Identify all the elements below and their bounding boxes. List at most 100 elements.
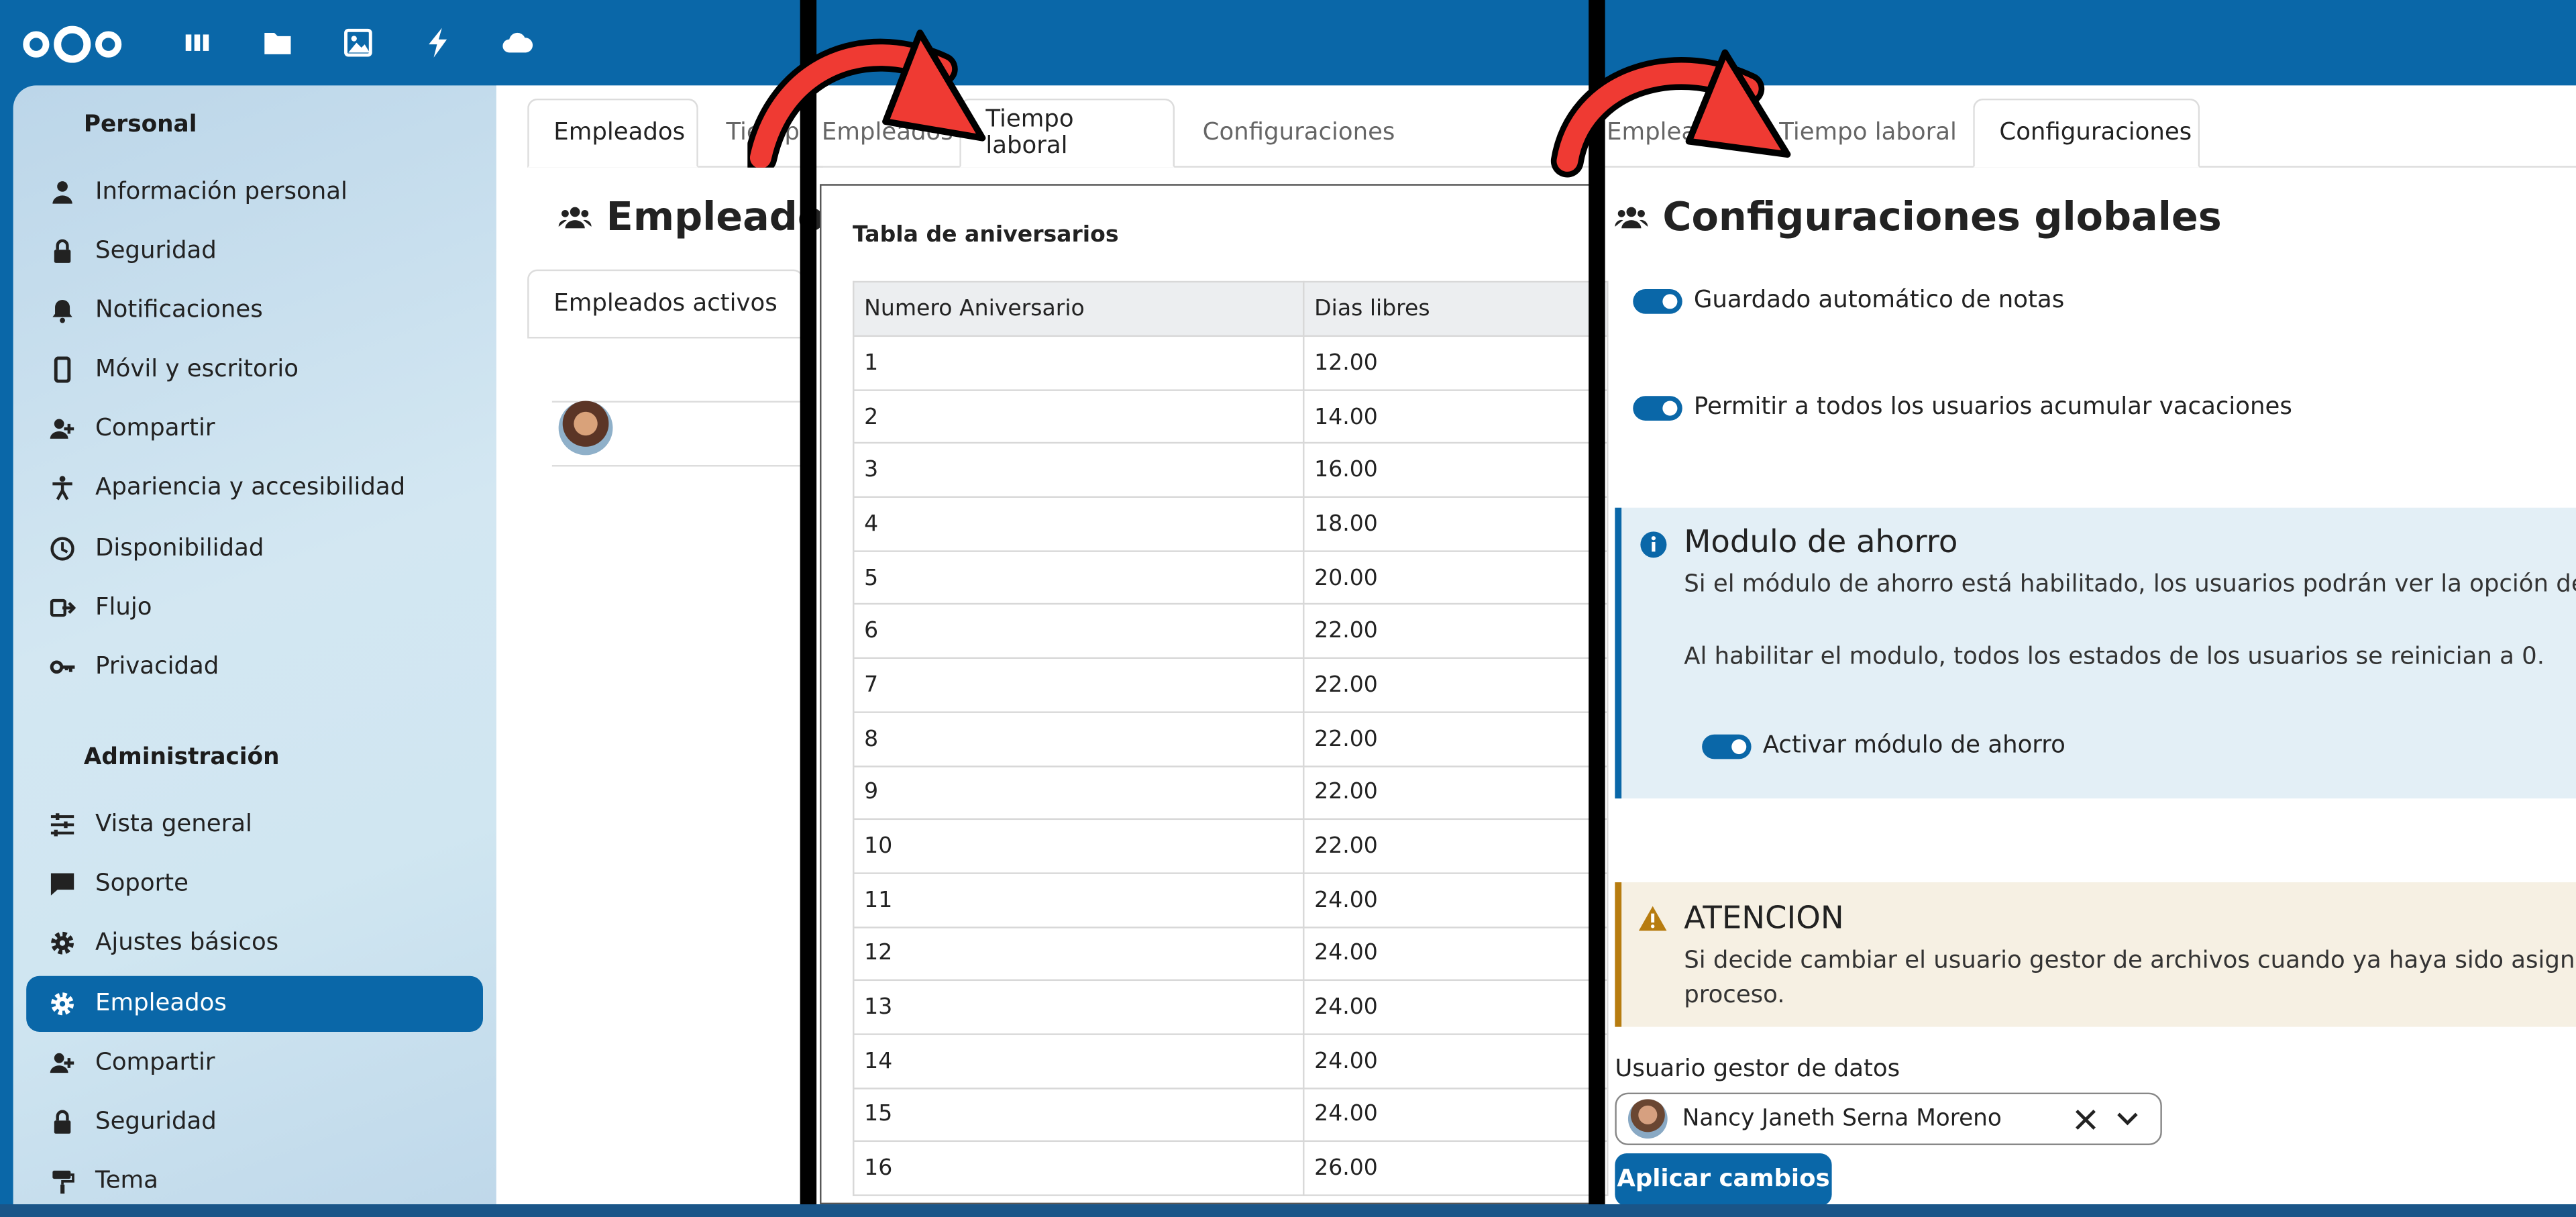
table-row: 11 24.00 <box>853 872 1609 928</box>
red-arrow-icon <box>747 30 986 168</box>
tab-configuraciones[interactable]: Configuraciones <box>1178 99 1419 168</box>
vacation-toggle-row[interactable]: Permitir a todos los usuarios acumular v… <box>1633 394 2292 421</box>
share-icon <box>50 1053 74 1073</box>
data-manager-label: Usuario gestor de datos <box>1615 1056 1900 1083</box>
warning-box: ATENCION Si decide cambiar el usuario ge… <box>1615 882 2576 1027</box>
screenshot-root: Personal Información personal Seguridad … <box>0 0 2576 1217</box>
flow-icon <box>50 598 76 617</box>
clock-icon <box>50 537 74 561</box>
anniversary-number-cell: 4 <box>853 496 1305 552</box>
vacation-label: Permitir a todos los usuarios acumular v… <box>1693 394 2292 421</box>
autosave-label: Guardado automático de notas <box>1693 287 2065 314</box>
anniversary-number-cell: 1 <box>853 335 1305 391</box>
header-bar <box>0 0 2576 86</box>
sidebar-item-overview[interactable]: Vista general <box>26 797 483 853</box>
free-days-cell: 22.00 <box>1303 765 1609 821</box>
sidebar-item-personal-info[interactable]: Información personal <box>26 164 483 220</box>
autosave-toggle[interactable] <box>1633 288 1682 313</box>
warning-text: Si decide cambiar el usuario gestor de a… <box>1684 948 2576 975</box>
free-days-cell: 22.00 <box>1303 710 1609 767</box>
anniversary-number-cell: 14 <box>853 1033 1305 1089</box>
tab-empleados-activos[interactable]: Empleados activos <box>527 269 804 339</box>
dashboard-icon[interactable] <box>180 26 213 59</box>
free-days-cell: 24.00 <box>1303 980 1609 1035</box>
table-row: 9 22.00 <box>853 765 1609 821</box>
table-row: 15 24.00 <box>853 1087 1609 1143</box>
sidebar-item-label: Móvil y escritorio <box>95 356 299 383</box>
anniversary-number-cell: 13 <box>853 980 1305 1035</box>
table-row: 16 26.00 <box>853 1141 1609 1196</box>
photos-icon[interactable] <box>341 26 374 59</box>
sidebar-item-security[interactable]: Seguridad <box>26 223 483 279</box>
share-icon <box>50 419 74 439</box>
sidebar-item-availability[interactable]: Disponibilidad <box>26 521 483 576</box>
sidebar-item-label: Compartir <box>95 1049 215 1077</box>
nextcloud-logo[interactable] <box>21 21 123 68</box>
close-icon[interactable] <box>2075 1109 2096 1130</box>
table-row: 4 18.00 <box>853 496 1609 552</box>
sidebar-item-label: Soporte <box>95 870 189 898</box>
table-row: 14 24.00 <box>853 1033 1609 1089</box>
savings-note: Al habilitar el modulo, todos los estado… <box>1684 644 2545 671</box>
selected-user: Nancy Janeth Serna Moreno <box>1682 1106 2002 1132</box>
anniversary-number-cell: 8 <box>853 710 1305 767</box>
apply-changes-button[interactable]: Aplicar cambios <box>1615 1153 1832 1206</box>
sidebar-item-label: Notificaciones <box>95 297 263 324</box>
sidebar-item-share[interactable]: Compartir <box>26 401 483 457</box>
autosave-toggle-row[interactable]: Guardado automático de notas <box>1633 288 2064 314</box>
free-days-cell: 24.00 <box>1303 1033 1609 1089</box>
sidebar-item-label: Información personal <box>95 178 347 206</box>
column-header: Dias libres <box>1303 280 1609 337</box>
table-row: 12 24.00 <box>853 926 1609 982</box>
savings-toggle-label: Activar módulo de ahorro <box>1762 733 2065 759</box>
savings-toggle[interactable] <box>1702 733 1752 759</box>
sidebar-item-privacy[interactable]: Privacidad <box>26 639 483 695</box>
panel-divider <box>1589 0 1605 1217</box>
avatar[interactable] <box>558 401 613 456</box>
dialog-title: Tabla de aniversarios <box>853 221 1119 248</box>
sidebar-item-mobile-desktop[interactable]: Móvil y escritorio <box>26 341 483 397</box>
tab-configuraciones[interactable]: Configuraciones <box>1973 98 2200 168</box>
free-days-cell: 24.00 <box>1303 1087 1609 1143</box>
sidebar-item-theme[interactable]: Tema <box>26 1153 483 1204</box>
data-manager-select[interactable]: Nancy Janeth Serna Moreno <box>1615 1092 2162 1145</box>
free-days-cell: 22.00 <box>1303 657 1609 713</box>
vacation-toggle[interactable] <box>1633 394 1682 420</box>
paint-icon <box>52 1170 74 1194</box>
sidebar-item-label: Vista general <box>95 811 252 838</box>
settings-title-text: Configuraciones globales <box>1662 193 2222 240</box>
files-icon[interactable] <box>261 26 294 59</box>
sidebar-item-admin-security[interactable]: Seguridad <box>26 1094 483 1150</box>
sidebar-item-label: Seguridad <box>95 1109 217 1136</box>
sidebar-item-flow[interactable]: Flujo <box>26 580 483 635</box>
savings-toggle-row[interactable]: Activar módulo de ahorro <box>1702 733 2065 759</box>
free-days-cell: 22.00 <box>1303 818 1609 874</box>
sidebar-item-employees[interactable]: Empleados <box>26 975 484 1032</box>
cloud-icon[interactable] <box>501 26 534 59</box>
chat-icon <box>50 873 74 896</box>
free-days-cell: 12.00 <box>1303 335 1609 391</box>
settings-sidebar: Personal Información personal Seguridad … <box>13 85 496 1205</box>
savings-info-box: Modulo de ahorro Si el módulo de ahorro … <box>1615 507 2576 799</box>
chevron-down-icon[interactable] <box>2116 1111 2139 1127</box>
key-icon <box>50 660 75 674</box>
sidebar-item-label: Compartir <box>95 415 215 442</box>
table-row: 1 12.00 <box>853 335 1609 391</box>
bell-icon <box>52 299 72 323</box>
people-icon <box>558 207 592 229</box>
sidebar-item-basic-settings[interactable]: Ajustes básicos <box>26 915 483 971</box>
phone-icon <box>54 356 71 383</box>
lock-icon <box>54 1110 71 1134</box>
sidebar-item-appearance[interactable]: Apariencia y accesibilidad <box>26 460 483 516</box>
sidebar-item-label: Flujo <box>95 594 152 621</box>
sidebar-item-support[interactable]: Soporte <box>26 856 483 912</box>
activity-icon[interactable] <box>422 26 455 59</box>
anniversary-number-cell: 11 <box>853 872 1305 928</box>
tab-empleados[interactable]: Empleados <box>527 98 698 168</box>
anniversary-table: Numero Aniversario Dias libres 1 12.00 2 14… <box>853 280 1609 1196</box>
sidebar-item-admin-share[interactable]: Compartir <box>26 1035 483 1091</box>
anniversary-number-cell: 9 <box>853 765 1305 821</box>
sidebar-item-notifications[interactable]: Notificaciones <box>26 282 483 338</box>
anniversary-number-cell: 6 <box>853 603 1305 659</box>
warning-icon <box>1638 906 1667 931</box>
